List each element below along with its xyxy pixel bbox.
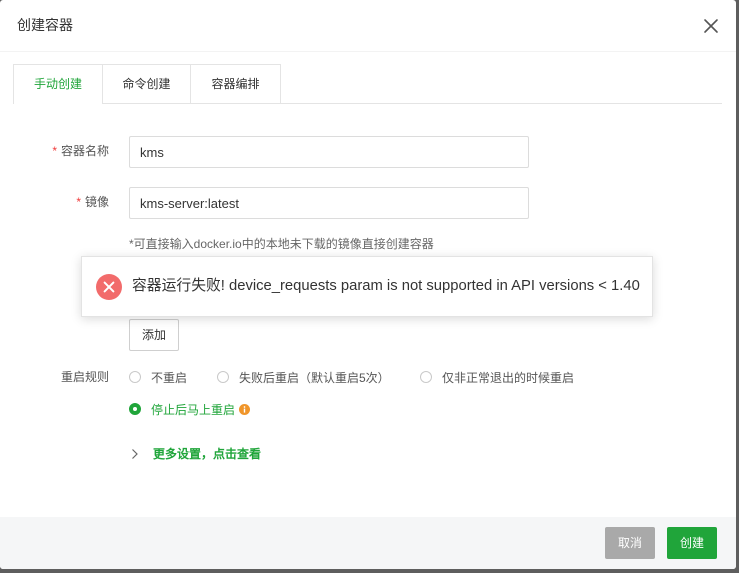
- container-name-input[interactable]: [129, 136, 529, 168]
- create-button[interactable]: 创建: [667, 527, 717, 559]
- chevron-right-icon[interactable]: [131, 448, 139, 460]
- radio-label[interactable]: 停止后马上重启: [151, 401, 235, 418]
- dialog-header: 创建容器: [0, 0, 736, 52]
- error-circle-icon: [96, 274, 122, 300]
- image-label-text: 镜像: [84, 195, 109, 209]
- dialog-footer: 取消 创建: [0, 517, 736, 569]
- required-mark: *: [52, 144, 57, 158]
- add-button[interactable]: 添加: [129, 319, 179, 351]
- error-toast: 容器运行失败! device_requests param is not sup…: [81, 256, 653, 317]
- toast-message: 容器运行失败! device_requests param is not sup…: [132, 278, 640, 294]
- tab-manual-create[interactable]: 手动创建: [13, 64, 103, 104]
- restart-option-unless-normal-exit[interactable]: 仅非正常退出的时候重启: [420, 369, 574, 385]
- dialog-title: 创建容器: [17, 17, 73, 33]
- cancel-button[interactable]: 取消: [605, 527, 655, 559]
- radio-button[interactable]: [129, 371, 141, 383]
- restart-option-no-restart[interactable]: 不重启: [129, 369, 187, 385]
- tab-bar: 手动创建 命令创建 容器编排: [13, 64, 722, 104]
- restart-option-always[interactable]: 停止后马上重启: [129, 401, 251, 418]
- container-name-label: * 容器名称: [52, 143, 109, 159]
- more-settings-link[interactable]: 更多设置，点击查看: [153, 446, 261, 462]
- radio-button[interactable]: [129, 403, 141, 415]
- radio-label[interactable]: 仅非正常退出的时候重启: [442, 369, 574, 386]
- radio-button[interactable]: [217, 371, 229, 383]
- close-icon[interactable]: [703, 18, 719, 34]
- radio-button[interactable]: [420, 371, 432, 383]
- image-label: * 镜像: [76, 194, 109, 210]
- image-hint: *可直接输入docker.io中的本地未下载的镜像直接创建容器: [129, 237, 434, 251]
- info-icon[interactable]: [239, 403, 251, 415]
- required-mark: *: [76, 195, 81, 209]
- tab-command-create[interactable]: 命令创建: [103, 64, 191, 103]
- image-input[interactable]: [129, 187, 529, 219]
- container-name-label-text: 容器名称: [60, 144, 109, 158]
- radio-label[interactable]: 失败后重启（默认重启5次）: [239, 369, 390, 386]
- create-container-dialog: 创建容器 手动创建 命令创建 容器编排 *容器名称 *镜像 *可直接输入dock…: [0, 0, 736, 569]
- restart-policy-label: 重启规则: [60, 370, 109, 384]
- restart-option-on-failure[interactable]: 失败后重启（默认重启5次）: [217, 369, 390, 385]
- tab-container-compose[interactable]: 容器编排: [191, 64, 281, 103]
- radio-label[interactable]: 不重启: [151, 369, 187, 386]
